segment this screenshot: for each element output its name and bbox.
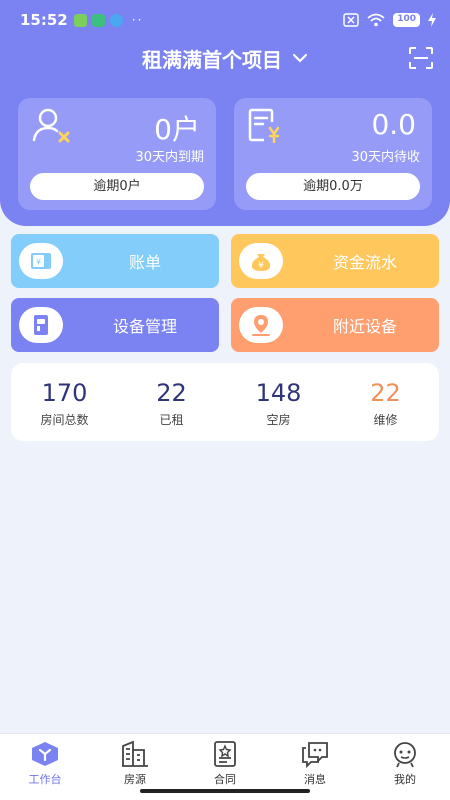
tab-profile[interactable]: 我的	[360, 734, 450, 800]
stat-label: 空房	[266, 413, 291, 427]
cash-flow-tile[interactable]: ¥ 资金流水	[231, 234, 439, 288]
charging-icon	[428, 13, 436, 27]
tab-label: 消息	[304, 773, 326, 786]
tab-label: 合同	[214, 773, 236, 786]
stat-total-rooms[interactable]: 170 房间总数	[11, 363, 118, 441]
stat-rented[interactable]: 22 已租	[118, 363, 225, 441]
expiring-count: 0户	[154, 113, 200, 146]
expiring-subtitle: 30天内到期	[135, 150, 204, 165]
pending-subtitle: 30天内待收	[351, 150, 420, 165]
tab-label: 房源	[124, 773, 146, 786]
pending-amount: 0.0	[371, 108, 416, 141]
stat-value: 170	[41, 379, 88, 407]
chevron-down-icon	[292, 53, 308, 63]
profile-face-icon	[394, 742, 416, 768]
message-notification-icon	[109, 13, 123, 27]
device-management-label: 设备管理	[112, 317, 177, 336]
status-bar: 15:52 ·· 100	[0, 0, 450, 40]
status-time: 15:52	[20, 11, 68, 29]
bills-label: 账单	[128, 253, 161, 272]
pending-collection-card[interactable]: 0.0 30天内待收 逾期0.0万	[234, 98, 432, 210]
room-stats-panel: 170 房间总数 22 已租 148 空房 22 维修	[11, 363, 439, 441]
project-title: 租满满首个项目	[142, 47, 282, 72]
nearby-devices-tile[interactable]: 附近设备	[231, 298, 439, 352]
stat-maintenance[interactable]: 22 维修	[332, 363, 439, 441]
scan-icon[interactable]	[408, 46, 434, 70]
svg-text:¥: ¥	[258, 261, 264, 271]
chat-icon	[302, 742, 328, 768]
device-management-tile[interactable]: 设备管理	[11, 298, 219, 352]
shield-notification-icon	[91, 13, 105, 27]
bill-icon: ¥	[19, 243, 63, 279]
money-bag-icon: ¥	[239, 243, 283, 279]
tab-label: 我的	[394, 773, 416, 786]
building-icon	[122, 740, 148, 767]
wifi-icon	[367, 13, 385, 27]
cash-flow-label: 资金流水	[332, 253, 397, 272]
stat-value: 148	[255, 379, 302, 407]
tab-workbench[interactable]: 工作台	[0, 734, 90, 800]
expiring-tenants-card[interactable]: 0户 30天内到期 逾期0户	[18, 98, 216, 210]
bills-tile[interactable]: ¥ 账单	[11, 234, 219, 288]
app-notification-icon	[73, 13, 87, 27]
stat-vacant[interactable]: 148 空房	[225, 363, 332, 441]
stat-value: 22	[370, 379, 401, 407]
overdue-tenants-button[interactable]: 逾期0户	[30, 173, 204, 200]
user-expire-icon	[32, 108, 70, 143]
tab-label: 工作台	[28, 773, 62, 786]
battery-icon: 100	[393, 13, 420, 27]
location-pin-icon	[239, 307, 283, 343]
overdue-amount-button[interactable]: 逾期0.0万	[246, 173, 420, 200]
more-notifications-icon: ··	[131, 13, 144, 27]
stat-label: 维修	[373, 413, 398, 427]
stat-label: 房间总数	[40, 413, 89, 427]
nearby-devices-label: 附近设备	[332, 317, 397, 336]
door-lock-icon	[19, 307, 63, 343]
workbench-icon	[32, 742, 58, 766]
project-selector[interactable]: 租满满首个项目	[0, 40, 450, 76]
contract-icon	[214, 741, 236, 767]
sim-card-icon	[343, 13, 359, 27]
svg-text:¥: ¥	[36, 258, 41, 267]
home-indicator[interactable]	[140, 789, 310, 793]
stat-value: 22	[156, 379, 187, 407]
bill-yen-icon	[248, 108, 280, 144]
stat-label: 已租	[159, 413, 184, 427]
